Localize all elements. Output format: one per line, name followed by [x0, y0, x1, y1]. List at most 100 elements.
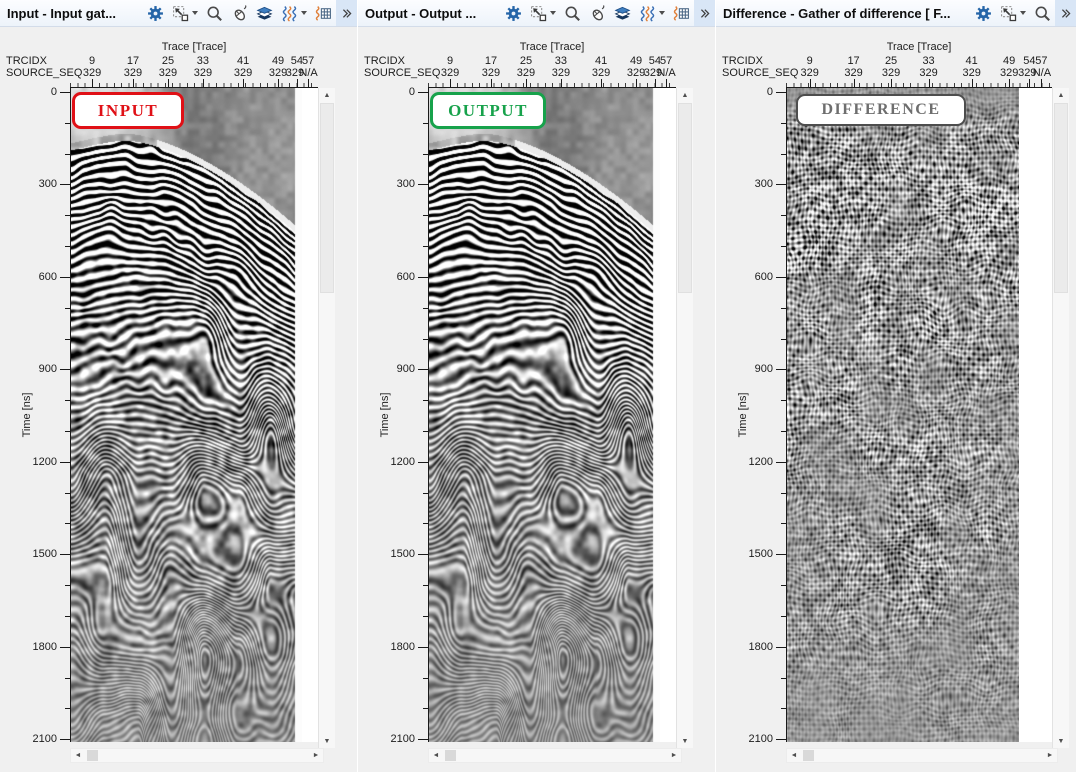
- source-seq-value: N/A: [299, 67, 317, 79]
- time-tick-label: 600: [755, 271, 773, 283]
- scroll-left-button[interactable]: ◄: [71, 749, 85, 762]
- seismic-plot: OUTPUT: [429, 88, 676, 742]
- source-seq-value: N/A: [1033, 67, 1051, 79]
- scroll-down-button[interactable]: ▼: [1053, 734, 1069, 748]
- gear-icon: [975, 5, 992, 22]
- time-tick-label: 300: [39, 178, 57, 190]
- source-seq-value: 329: [269, 67, 287, 79]
- vertical-scroll-thumb[interactable]: [678, 103, 692, 293]
- time-tick-label: 900: [397, 363, 415, 375]
- scroll-right-button[interactable]: ►: [1043, 749, 1057, 762]
- vertical-scrollbar[interactable]: ▲ ▼: [676, 88, 693, 748]
- gear-button[interactable]: [501, 0, 526, 26]
- scroll-up-button[interactable]: ▲: [1053, 88, 1069, 102]
- overflow-icon: [1060, 8, 1071, 19]
- vertical-scrollbar[interactable]: ▲ ▼: [1052, 88, 1069, 748]
- trace-axis-ticks: [786, 79, 1052, 88]
- wiggle-trace-icon: [639, 5, 656, 22]
- panel-toolbar: [971, 0, 1076, 26]
- time-tick-label: 1800: [391, 641, 415, 653]
- gear-button[interactable]: [971, 0, 996, 26]
- mouse-tool-icon: [589, 5, 606, 22]
- spreadsheet-button[interactable]: [669, 0, 694, 26]
- panel-badge: INPUT: [72, 92, 184, 129]
- panel-badge: OUTPUT: [430, 92, 546, 129]
- trcidx-value: 33: [922, 55, 934, 67]
- source-seq-value: 329: [962, 67, 980, 79]
- overflow-button[interactable]: [694, 0, 715, 26]
- time-tick-label: 1500: [391, 548, 415, 560]
- spreadsheet-button[interactable]: [311, 0, 336, 26]
- source-seq-values: 329329329329329329329N/A: [786, 67, 1052, 79]
- scroll-down-button[interactable]: ▼: [677, 734, 693, 748]
- source-seq-value: 329: [83, 67, 101, 79]
- gather-panel-2: Output - Output ... Trace [Trace] TRCIDX…: [358, 0, 715, 772]
- wiggle-trace-button[interactable]: [635, 0, 669, 26]
- zoom-button[interactable]: [560, 0, 585, 26]
- horizontal-scroll-thumb[interactable]: [87, 750, 98, 761]
- vertical-scroll-thumb[interactable]: [1054, 103, 1068, 293]
- select-tool-icon: [530, 5, 547, 22]
- caret-down-icon: [301, 11, 307, 15]
- source-seq-value: 329: [517, 67, 535, 79]
- trcidx-value: 49: [1003, 55, 1015, 67]
- horizontal-scroll-thumb[interactable]: [803, 750, 814, 761]
- trcidx-value: 25: [885, 55, 897, 67]
- time-tick-label: 1800: [749, 641, 773, 653]
- gear-button[interactable]: [143, 0, 168, 26]
- layers-button[interactable]: [252, 0, 277, 26]
- time-tick-label: 300: [397, 178, 415, 190]
- wiggle-trace-button[interactable]: [277, 0, 311, 26]
- mouse-tool-button[interactable]: [227, 0, 252, 26]
- source-seq-values: 329329329329329329329N/A: [70, 67, 318, 79]
- layers-icon: [256, 5, 273, 22]
- scroll-right-button[interactable]: ►: [309, 749, 323, 762]
- trcidx-value: 9: [89, 55, 95, 67]
- trcidx-value: 57: [1035, 55, 1047, 67]
- scroll-down-button[interactable]: ▼: [319, 734, 335, 748]
- select-tool-button[interactable]: [168, 0, 202, 26]
- time-tick-label: 0: [51, 86, 57, 98]
- zoom-button[interactable]: [1030, 0, 1055, 26]
- mouse-tool-button[interactable]: [585, 0, 610, 26]
- seismic-image[interactable]: [71, 88, 302, 742]
- scroll-right-button[interactable]: ►: [667, 749, 681, 762]
- select-tool-icon: [172, 5, 189, 22]
- overflow-button[interactable]: [1055, 0, 1076, 26]
- seismic-image[interactable]: [787, 88, 1019, 742]
- overflow-button[interactable]: [336, 0, 357, 26]
- seismic-plot: INPUT: [71, 88, 318, 742]
- horizontal-scroll-thumb[interactable]: [445, 750, 456, 761]
- caret-down-icon: [659, 11, 665, 15]
- source-seq-value: 329: [234, 67, 252, 79]
- time-tick-label: 900: [39, 363, 57, 375]
- source-seq-value: 329: [919, 67, 937, 79]
- trcidx-value: 25: [162, 55, 174, 67]
- scroll-left-button[interactable]: ◄: [429, 749, 443, 762]
- vertical-scroll-thumb[interactable]: [320, 103, 334, 293]
- horizontal-scrollbar[interactable]: ◄ ►: [786, 748, 1058, 763]
- seismic-image[interactable]: [429, 88, 660, 742]
- select-tool-button[interactable]: [526, 0, 560, 26]
- trcidx-value: 9: [447, 55, 453, 67]
- source-seq-value: 329: [800, 67, 818, 79]
- scroll-up-button[interactable]: ▲: [319, 88, 335, 102]
- layers-button[interactable]: [610, 0, 635, 26]
- trcidx-value: 9: [807, 55, 813, 67]
- trcidx-value: 49: [272, 55, 284, 67]
- horizontal-scrollbar[interactable]: ◄ ►: [428, 748, 682, 763]
- horizontal-scrollbar[interactable]: ◄ ►: [70, 748, 324, 763]
- trcidx-value: 17: [127, 55, 139, 67]
- trcidx-values: 917253341495457: [786, 55, 1052, 67]
- source-seq-value: N/A: [657, 67, 675, 79]
- scroll-up-button[interactable]: ▲: [677, 88, 693, 102]
- trace-axis-title: Trace [Trace]: [887, 41, 952, 53]
- layers-icon: [614, 5, 631, 22]
- seismic-plot: DIFFERENCE: [787, 88, 1052, 742]
- zoom-button[interactable]: [202, 0, 227, 26]
- vertical-scrollbar[interactable]: ▲ ▼: [318, 88, 335, 748]
- select-tool-button[interactable]: [996, 0, 1030, 26]
- scroll-left-button[interactable]: ◄: [787, 749, 801, 762]
- source-seq-value: 329: [482, 67, 500, 79]
- time-axis-labels: 03006009001200150018002100: [358, 0, 415, 772]
